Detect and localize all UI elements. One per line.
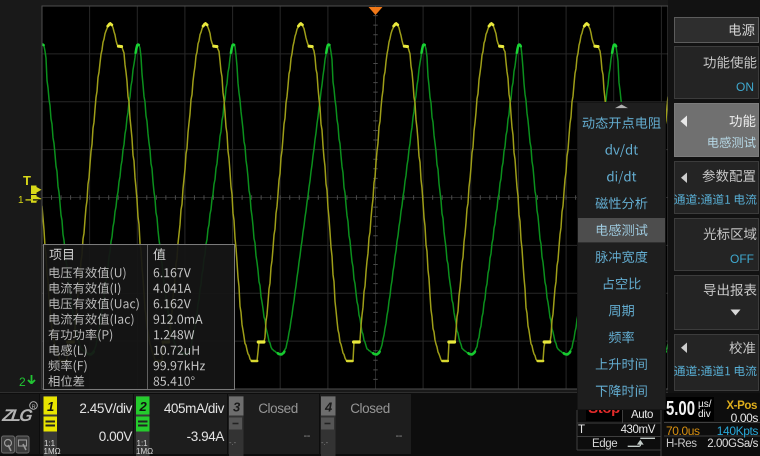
svg-text:5.00: 5.00: [666, 398, 695, 420]
